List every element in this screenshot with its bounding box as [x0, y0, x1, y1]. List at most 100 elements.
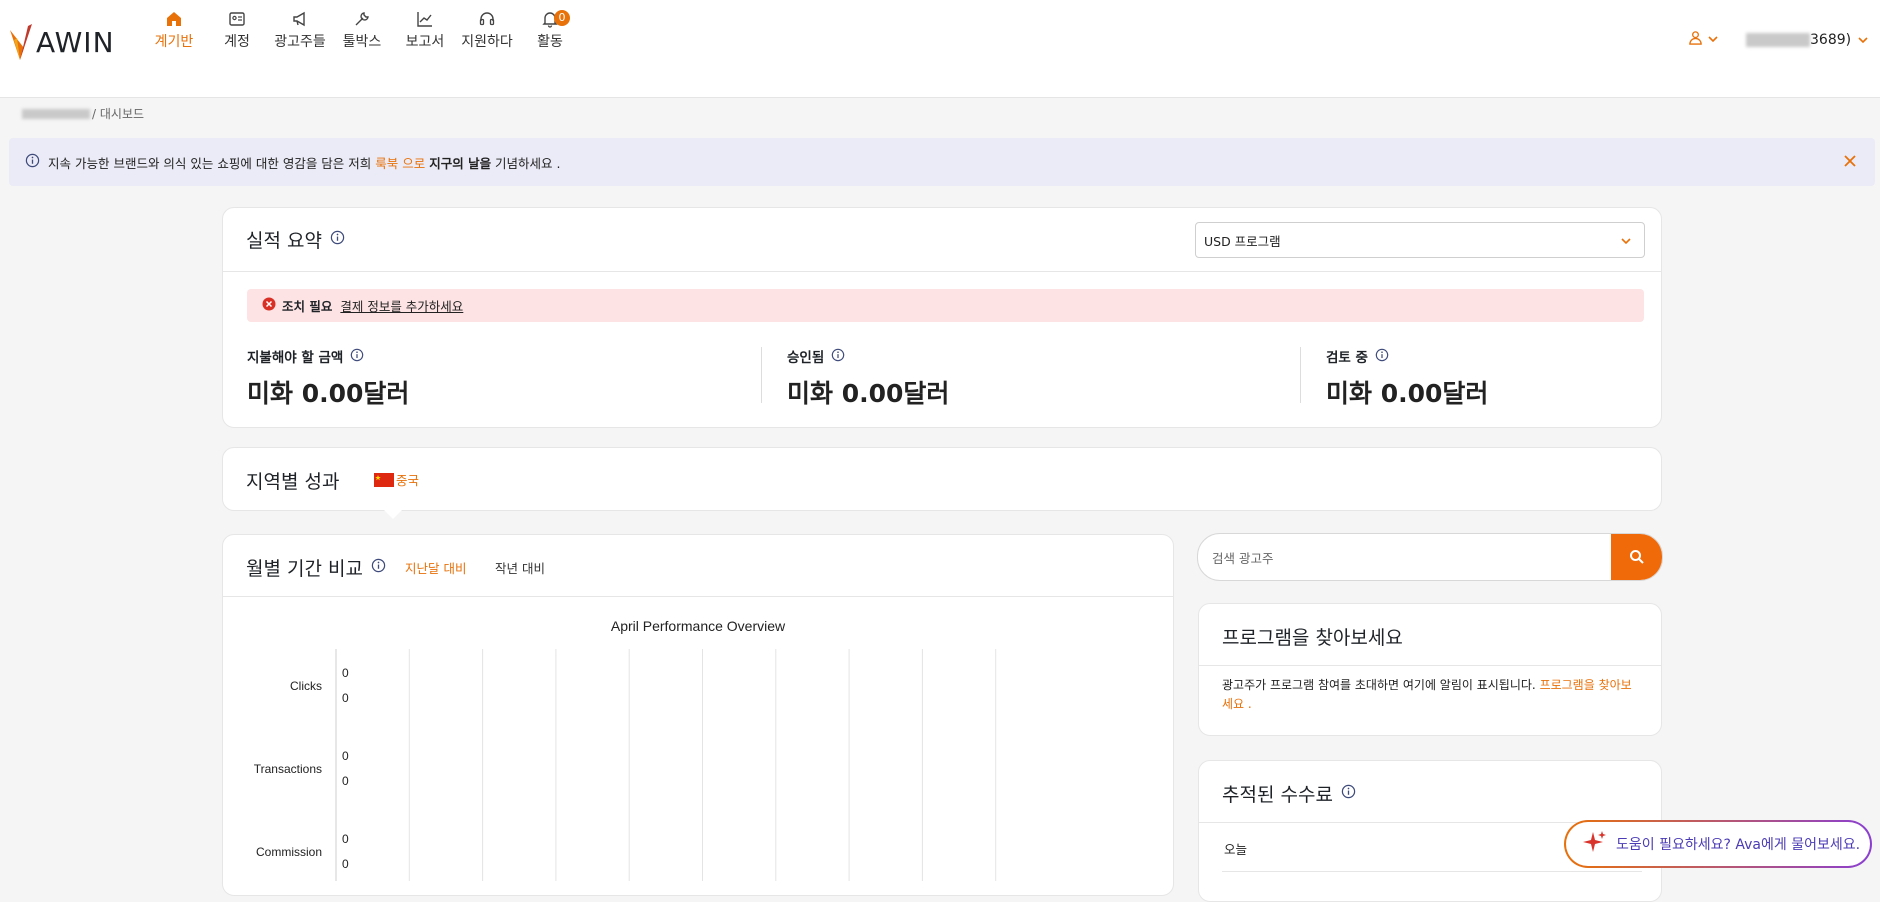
banner-text: 지속 가능한 브랜드와 의식 있는 쇼핑에 대한 영감을 담은 저희	[48, 155, 376, 171]
monthly-title: 월별 기간 비교	[246, 558, 363, 580]
redacted-breadcrumb-root[interactable]	[22, 108, 90, 119]
nav-toolbox[interactable]: 툴박스	[332, 10, 392, 52]
nav-account[interactable]: 계정	[207, 10, 267, 52]
data-value-label: 0	[342, 749, 349, 763]
nav-label: 툴박스	[342, 34, 382, 50]
breadcrumb-current: / 대시보드	[92, 107, 145, 121]
chart-line-icon	[395, 10, 455, 32]
find-programs-text: 광고주가 프로그램 참여를 초대하면 여기에 알림이 표시됩니다.	[1222, 678, 1540, 692]
ava-assistant-button[interactable]: 도움이 필요하세요? Ava에게 물어보세요.	[1564, 820, 1872, 868]
data-value-label: 0	[342, 832, 349, 846]
user-menu[interactable]	[1688, 30, 1719, 49]
sparkle-icon	[1582, 829, 1608, 859]
nav-support[interactable]: 지원하다	[457, 10, 517, 52]
stat-label: 지불해야 할 금액	[247, 350, 344, 366]
lookbook-link[interactable]: 룩북 으로	[375, 153, 425, 172]
info-icon[interactable]	[831, 348, 845, 366]
data-value-label: 0	[342, 691, 349, 705]
nav-dashboard[interactable]: 계기반	[144, 10, 204, 52]
tab-pointer	[383, 509, 403, 519]
user-icon	[1688, 30, 1703, 49]
close-icon[interactable]	[1843, 154, 1857, 171]
chart-title: April Performance Overview	[610, 618, 786, 634]
nav-label: 광고주들	[274, 34, 326, 50]
notification-badge: 0	[554, 10, 570, 26]
regional-title: 지역별 성과	[246, 471, 340, 493]
monthly-header: 월별 기간 비교	[246, 554, 386, 581]
nav-advertisers[interactable]: 광고주들	[270, 10, 330, 52]
china-flag-icon	[374, 472, 394, 487]
tracked-title: 추적된 수수료	[1222, 784, 1333, 806]
stat-label: 승인됨	[787, 350, 825, 366]
series-label: Clicks	[290, 679, 322, 693]
find-programs-body: 광고주가 프로그램 참여를 초대하면 여기에 알림이 표시됩니다. 프로그램을 …	[1222, 676, 1642, 714]
find-programs-title: 프로그램을 찾아보세요	[1222, 627, 1403, 649]
divider	[222, 271, 1662, 272]
tab-vs-last-year[interactable]: 작년 대비	[495, 558, 545, 577]
bell-icon	[520, 10, 580, 32]
data-value-label: 0	[342, 857, 349, 871]
summary-header: 실적 요약	[246, 226, 345, 253]
nav-reports[interactable]: 보고서	[395, 10, 455, 52]
top-navigation: AWIN 계기반 계정 광고주들 툴박스 보고서 지원하다 활동 0 3689)	[0, 0, 1880, 98]
wrench-icon	[332, 10, 392, 32]
tracked-row-today: 오늘	[1224, 842, 1248, 857]
nav-label: 계정	[224, 34, 250, 50]
data-value-label: 0	[342, 774, 349, 788]
program-currency-select[interactable]: USD 프로그램	[1195, 222, 1645, 258]
chevron-down-icon	[1857, 30, 1869, 49]
info-icon	[25, 153, 40, 171]
info-icon[interactable]	[1341, 784, 1356, 803]
alert-label: 조치 필요	[282, 299, 333, 314]
info-icon[interactable]	[330, 230, 345, 249]
stat-value: 미화 0.00달러	[787, 379, 950, 408]
info-icon[interactable]	[350, 348, 364, 366]
nav-label: 활동	[537, 34, 563, 50]
nav-activity[interactable]: 활동 0	[520, 10, 580, 52]
regional-performance-card	[222, 447, 1662, 511]
chevron-down-icon	[1707, 32, 1719, 48]
stat-amount-due: 지불해야 할 금액 미화 0.00달러	[247, 346, 409, 410]
region-tab-china[interactable]: 중국	[374, 470, 419, 489]
home-icon	[144, 10, 204, 32]
megaphone-icon	[270, 10, 330, 32]
search-button[interactable]	[1611, 534, 1662, 580]
awin-logo[interactable]: AWIN	[8, 22, 115, 62]
account-switcher[interactable]: 3689)	[1746, 30, 1869, 49]
summary-title: 실적 요약	[246, 230, 322, 252]
info-icon[interactable]	[371, 558, 386, 577]
tracked-header: 추적된 수수료	[1222, 780, 1356, 807]
stat-value: 미화 0.00달러	[247, 379, 410, 408]
stat-pending: 검토 중 미화 0.00달러	[1326, 346, 1488, 410]
info-icon[interactable]	[1375, 348, 1389, 366]
stat-approved: 승인됨 미화 0.00달러	[787, 346, 949, 410]
nav-label: 지원하다	[461, 34, 513, 50]
program-select-value: USD 프로그램	[1204, 233, 1281, 249]
breadcrumb: / 대시보드	[22, 105, 144, 122]
divider	[1222, 871, 1642, 872]
redacted-account-name	[1746, 32, 1810, 47]
search-icon	[1629, 550, 1644, 564]
series-label: Commission	[256, 845, 322, 859]
search-placeholder: 검색 광고주	[1212, 551, 1274, 566]
banner-text-end: 기념하세요 .	[491, 155, 561, 171]
awin-flame-logo	[10, 24, 32, 60]
stat-value: 미화 0.00달러	[1326, 379, 1489, 408]
earth-day-banner: 지속 가능한 브랜드와 의식 있는 쇼핑에 대한 영감을 담은 저희 룩북 으로…	[9, 138, 1875, 186]
brand-name: AWIN	[36, 25, 115, 59]
tab-pointer	[425, 597, 445, 607]
data-value-label: 0	[342, 666, 349, 680]
add-payment-info-link[interactable]: 결제 정보를 추가하세요	[340, 296, 463, 315]
nav-label: 계기반	[154, 34, 194, 50]
advertiser-search[interactable]: 검색 광고주	[1197, 533, 1663, 581]
divider	[761, 347, 762, 403]
tab-vs-last-month[interactable]: 지난달 대비	[405, 558, 466, 577]
stat-label: 검토 중	[1326, 350, 1368, 366]
chart-plot-area: Clicks 0 0 Transactions 0 0 Commission 0 0	[254, 649, 997, 881]
nav-label: 보고서	[405, 34, 445, 50]
id-card-icon	[207, 10, 267, 32]
divider	[1300, 347, 1301, 403]
banner-bold-text: 지구의 날을	[429, 155, 492, 171]
chevron-down-icon	[1620, 234, 1632, 249]
error-icon	[262, 297, 276, 314]
